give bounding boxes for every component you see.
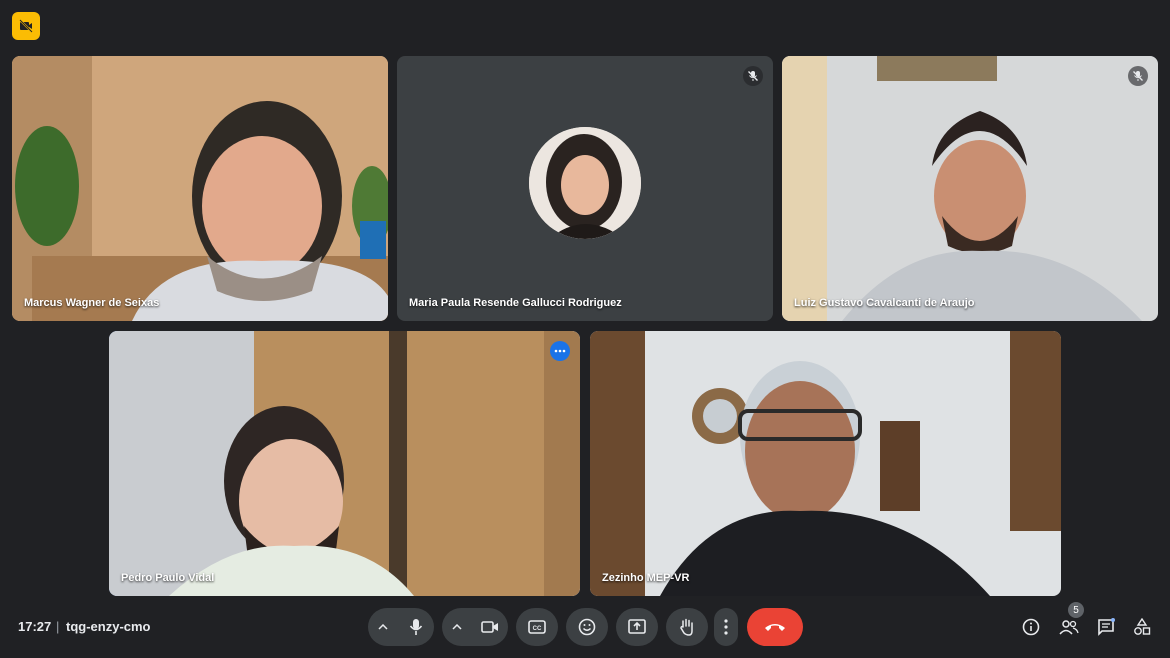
hand-icon[interactable] — [666, 608, 708, 646]
end-call-icon[interactable] — [747, 608, 803, 646]
camera-control-group — [442, 608, 508, 646]
participant-tile[interactable]: Maria Paula Resende Gallucci Rodriguez — [397, 56, 773, 321]
camera-off-badge-icon[interactable] — [12, 12, 40, 40]
participant-name: Pedro Paulo Vidal — [121, 572, 215, 584]
present-icon[interactable] — [616, 608, 658, 646]
participant-name: Zezinho MEP-VR — [602, 572, 690, 584]
emoji-icon[interactable] — [566, 608, 608, 646]
meeting-time: 17:27 — [18, 619, 52, 634]
participant-video — [12, 56, 388, 321]
separator: | — [56, 619, 60, 634]
bottom-bar: 17:27 | tqg-enzy-cmo CC 5 — [0, 596, 1170, 658]
meeting-code: tqg-enzy-cmo — [66, 619, 151, 634]
mic-control-group — [368, 608, 434, 646]
chat-icon[interactable] — [1092, 613, 1120, 641]
avatar — [529, 126, 641, 239]
participant-tile[interactable]: Luiz Gustavo Cavalcanti de Araujo — [782, 56, 1158, 321]
chevron-up-icon[interactable] — [442, 608, 472, 646]
participant-name: Luiz Gustavo Cavalcanti de Araujo — [794, 297, 975, 309]
captions-icon[interactable]: CC — [516, 608, 558, 646]
mic-off-icon — [1128, 66, 1148, 86]
participant-tile[interactable]: Zezinho MEP-VR — [590, 331, 1061, 596]
chevron-up-icon[interactable] — [368, 608, 398, 646]
mic-off-icon — [743, 66, 763, 86]
participant-name: Maria Paula Resende Gallucci Rodriguez — [409, 297, 622, 309]
participant-video — [109, 331, 580, 596]
participant-name: Marcus Wagner de Seixas — [24, 297, 160, 309]
people-icon[interactable] — [1055, 613, 1083, 641]
participant-video — [590, 331, 1061, 596]
svg-text:CC: CC — [533, 626, 542, 632]
mic-icon[interactable] — [398, 608, 434, 646]
participant-video — [782, 56, 1158, 321]
more-options-icon[interactable] — [550, 341, 570, 361]
participant-tile[interactable]: Marcus Wagner de Seixas — [12, 56, 388, 321]
participant-tile-active[interactable]: Pedro Paulo Vidal — [109, 331, 580, 596]
camera-icon[interactable] — [472, 608, 508, 646]
more-vert-icon[interactable] — [714, 608, 738, 646]
activities-icon[interactable] — [1128, 613, 1156, 641]
info-icon[interactable] — [1017, 613, 1045, 641]
